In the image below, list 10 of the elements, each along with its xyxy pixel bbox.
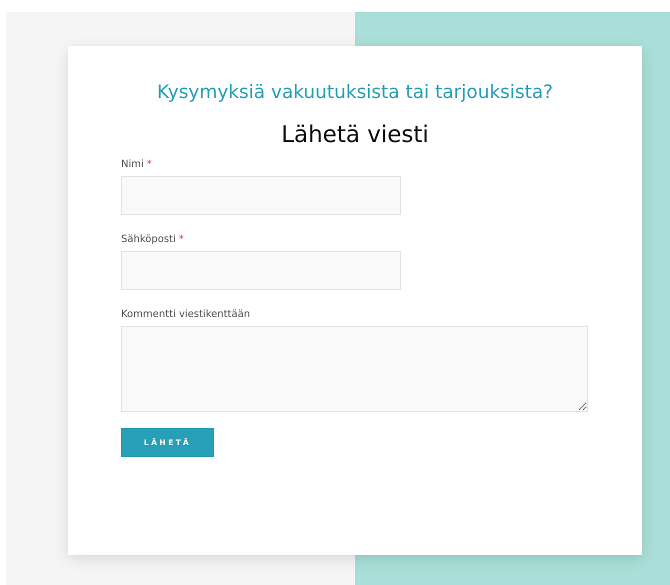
input-field[interactable] [121, 251, 401, 290]
form-heading: Kysymyksiä vakuutuksista tai tarjouksista? [156, 81, 554, 105]
form-title: Lähetä viesti [280, 121, 430, 150]
input-field[interactable] [121, 176, 401, 215]
message-field[interactable] [121, 326, 588, 412]
field-label: Nimi [121, 158, 144, 172]
required-mark: * [178, 233, 184, 247]
field-label: Sähköposti [121, 233, 176, 247]
required-mark: * [146, 158, 152, 172]
field-label: Kommentti viestikenttään [121, 308, 250, 322]
